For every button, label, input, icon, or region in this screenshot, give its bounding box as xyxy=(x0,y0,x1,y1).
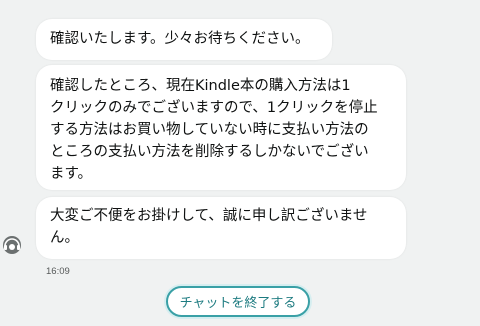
previous-message-cutoff xyxy=(46,0,226,4)
message-text: 確認したところ、現在Kindle本の購入方法は1 xyxy=(50,78,351,94)
message-text: ん。 xyxy=(50,230,79,246)
agent-message-bubble: 大変ご不便をお掛けして、誠に申し訳ございませ ん。 xyxy=(36,197,406,259)
agent-message-bubble: 確認いたします。少々お待ちください。 xyxy=(36,19,332,60)
message-text: 大変ご不便をお掛けして、誠に申し訳ございませ xyxy=(50,208,368,224)
message-text: クリックのみでございますので、1クリックを停止 xyxy=(50,100,378,116)
message-text: ところの支払い方法を削除するしかないでござい xyxy=(50,144,369,160)
message-text: ます。 xyxy=(50,166,93,182)
message-timestamp: 16:09 xyxy=(46,266,70,277)
headset-agent-icon xyxy=(1,234,23,258)
agent-message-bubble: 確認したところ、現在Kindle本の購入方法は1 クリックのみでございますので、… xyxy=(36,65,406,190)
message-text: する方法はお買い物していない時に支払い方法の xyxy=(50,122,369,138)
message-text: 確認いたします。少々お待ちください。 xyxy=(50,31,310,47)
end-chat-button[interactable]: チャットを終了する xyxy=(166,286,310,317)
